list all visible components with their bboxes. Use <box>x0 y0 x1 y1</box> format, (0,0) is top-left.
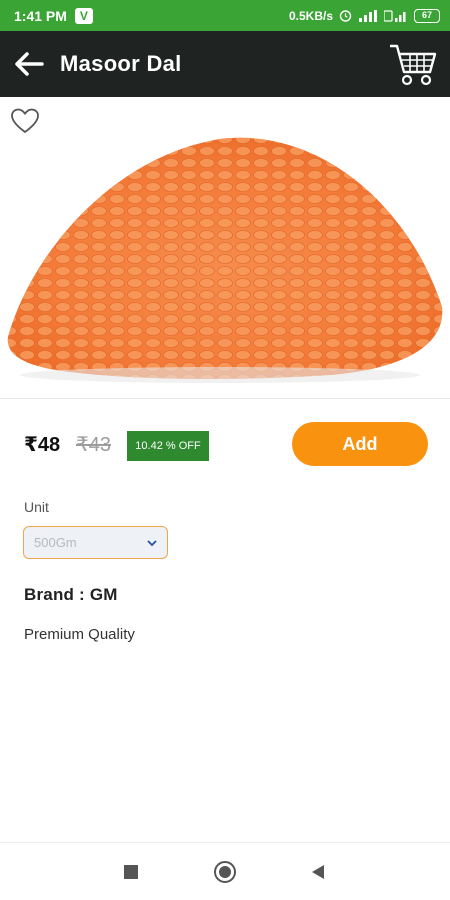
page-title: Masoor Dal <box>60 51 182 76</box>
mrp-price: ₹43 <box>76 434 111 456</box>
status-bar: 1:41 PM V 0.5KB/s 67 <box>0 0 450 31</box>
status-left: 1:41 PM V <box>14 7 93 24</box>
system-nav-bar <box>0 842 450 900</box>
net-speed: 0.5KB/s <box>288 8 333 23</box>
arrow-left-icon <box>15 52 44 76</box>
unit-dropdown[interactable]: 500Gm <box>23 526 168 559</box>
heart-outline-icon <box>11 108 39 133</box>
home-button[interactable] <box>214 861 236 883</box>
discount-badge: 10.42 % OFF <box>127 431 209 461</box>
cart-button[interactable] <box>388 42 440 88</box>
system-back-button[interactable] <box>311 864 325 880</box>
app-bar: Masoor Dal <box>0 31 450 97</box>
price: ₹48 <box>24 434 61 456</box>
shopping-cart-icon <box>390 44 437 86</box>
status-right: 0.5KB/s 67 <box>288 8 440 23</box>
back-button[interactable] <box>12 48 46 80</box>
divider <box>0 398 450 399</box>
alarm-icon <box>339 9 352 22</box>
unit-selected-value: 500Gm <box>34 535 77 550</box>
battery-icon: 67 <box>414 8 440 23</box>
product-description: Premium Quality <box>24 626 135 643</box>
add-button[interactable]: Add <box>292 422 428 466</box>
unit-label: Unit <box>24 499 49 515</box>
app-notification-icon: V <box>74 7 93 24</box>
product-image <box>0 97 450 399</box>
status-time: 1:41 PM <box>14 7 67 24</box>
recents-button[interactable] <box>124 865 138 879</box>
circle-icon <box>219 866 231 878</box>
signal-2-icon <box>384 9 408 22</box>
chevron-down-icon <box>147 539 157 546</box>
lentils-image <box>7 137 443 383</box>
signal-icon <box>358 9 378 22</box>
triangle-back-icon <box>312 865 324 879</box>
favorite-button[interactable] <box>10 107 40 135</box>
brand-label: Brand : GM <box>24 585 118 604</box>
